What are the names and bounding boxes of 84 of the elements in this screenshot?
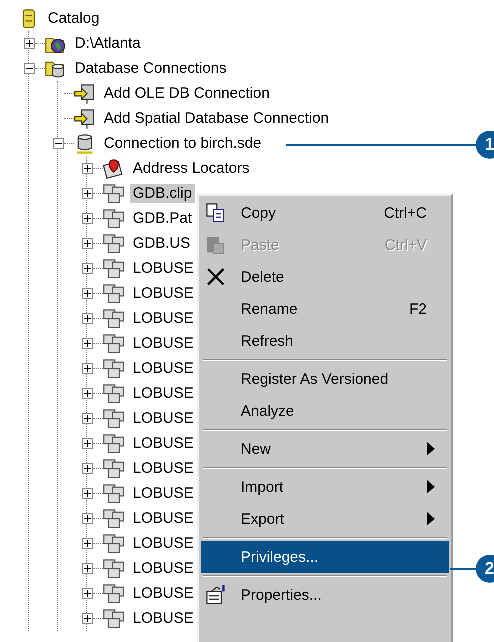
tree-item[interactable]: LOBUSE xyxy=(130,384,197,403)
expand-toggle[interactable] xyxy=(82,388,93,399)
expand-toggle[interactable] xyxy=(82,438,93,449)
menu-item[interactable]: Copy Ctrl+C xyxy=(201,197,449,229)
expand-toggle[interactable] xyxy=(82,313,93,324)
expand-toggle[interactable] xyxy=(82,513,93,524)
menu-item[interactable]: Export xyxy=(201,503,449,535)
dataset-icon xyxy=(103,258,125,280)
expand-toggle[interactable] xyxy=(82,613,93,624)
expand-toggle[interactable] xyxy=(82,288,93,299)
tree-item[interactable]: GDB.US xyxy=(130,234,194,253)
dataset-icon xyxy=(103,458,125,480)
expand-toggle[interactable] xyxy=(82,238,93,249)
tree-item[interactable]: Add OLE DB Connection xyxy=(101,84,273,103)
tree-item[interactable]: LOBUSE xyxy=(130,284,197,303)
tree-item[interactable]: Connection to birch.sde xyxy=(101,134,265,153)
collapse-toggle[interactable] xyxy=(53,138,64,149)
dataset-icon xyxy=(103,382,125,404)
dataset-icon xyxy=(103,232,125,254)
step-number: 1 xyxy=(476,131,494,159)
menu-item[interactable]: Delete xyxy=(201,261,449,293)
dataset-icon xyxy=(103,508,125,530)
expand-toggle[interactable] xyxy=(82,363,93,374)
dataset-icon xyxy=(103,308,125,330)
tree-item[interactable]: Catalog xyxy=(45,9,103,28)
expand-toggle[interactable] xyxy=(82,338,93,349)
tree-item[interactable]: LOBUSE xyxy=(130,509,197,528)
leader-line xyxy=(450,568,476,570)
dataset-icon xyxy=(103,282,125,304)
expand-toggle[interactable] xyxy=(82,588,93,599)
tree-item[interactable]: LOBUSE xyxy=(130,259,197,278)
tree-item[interactable]: LOBUSE xyxy=(130,484,197,503)
tree-item[interactable]: LOBUSE xyxy=(130,534,197,553)
dataset-icon xyxy=(103,332,125,354)
expand-toggle[interactable] xyxy=(24,38,35,49)
dataset-icon xyxy=(103,532,125,554)
expand-toggle[interactable] xyxy=(82,538,93,549)
dataset-icon xyxy=(103,558,125,580)
tree-item[interactable]: LOBUSE xyxy=(130,334,197,353)
tree-item[interactable]: Database Connections xyxy=(72,59,230,78)
menu-item[interactable]: Import xyxy=(201,471,449,503)
tree-item[interactable]: LOBUSE xyxy=(130,609,197,628)
properties-icon xyxy=(205,584,227,606)
dataset-icon xyxy=(103,208,125,230)
menu-item[interactable]: Rename F2 xyxy=(201,293,449,325)
tree-item[interactable]: LOBUSE xyxy=(130,434,197,453)
tree-item[interactable]: LOBUSE xyxy=(130,584,197,603)
tree-item[interactable]: LOBUSE xyxy=(130,559,197,578)
expand-toggle[interactable] xyxy=(82,263,93,274)
menu-item[interactable]: Properties... xyxy=(201,579,449,611)
tree-item[interactable]: Address Locators xyxy=(130,159,253,178)
dataset-icon xyxy=(103,408,125,430)
tree-item[interactable]: LOBUSE xyxy=(130,359,197,378)
menu-item[interactable]: Privileges... xyxy=(201,541,449,573)
tree-item[interactable]: LOBUSE xyxy=(130,309,197,328)
dataset-icon xyxy=(103,482,125,504)
close-icon xyxy=(205,266,227,288)
tree-item[interactable]: D:\Atlanta xyxy=(72,34,144,53)
dataset-icon xyxy=(103,608,125,630)
add-connection-icon xyxy=(74,108,96,130)
tree-item[interactable]: GDB.clip xyxy=(130,184,196,203)
expand-toggle[interactable] xyxy=(82,413,93,424)
expand-toggle[interactable] xyxy=(82,163,93,174)
expand-toggle[interactable] xyxy=(82,488,93,499)
dataset-icon xyxy=(103,582,125,604)
add-connection-icon xyxy=(74,82,96,104)
dataset-icon xyxy=(103,432,125,454)
menu-item[interactable]: New xyxy=(201,433,449,465)
tree-item[interactable]: LOBUSE xyxy=(130,459,197,478)
expand-toggle[interactable] xyxy=(82,188,93,199)
expand-toggle[interactable] xyxy=(82,563,93,574)
collapse-toggle[interactable] xyxy=(24,63,35,74)
tree-item[interactable]: Add Spatial Database Connection xyxy=(101,109,332,128)
dataset-icon xyxy=(103,182,125,204)
menu-item[interactable]: Refresh xyxy=(201,325,449,357)
menu-item[interactable]: Analyze xyxy=(201,395,449,427)
menu-item[interactable]: Register As Versioned xyxy=(201,363,449,395)
step-number: 2 xyxy=(476,555,494,583)
copy-icon xyxy=(205,202,227,224)
expand-toggle[interactable] xyxy=(82,213,93,224)
tree-item[interactable]: GDB.Pat xyxy=(130,209,196,228)
dataset-icon xyxy=(103,358,125,380)
expand-toggle[interactable] xyxy=(82,463,93,474)
tree-item[interactable]: LOBUSE xyxy=(130,409,197,428)
